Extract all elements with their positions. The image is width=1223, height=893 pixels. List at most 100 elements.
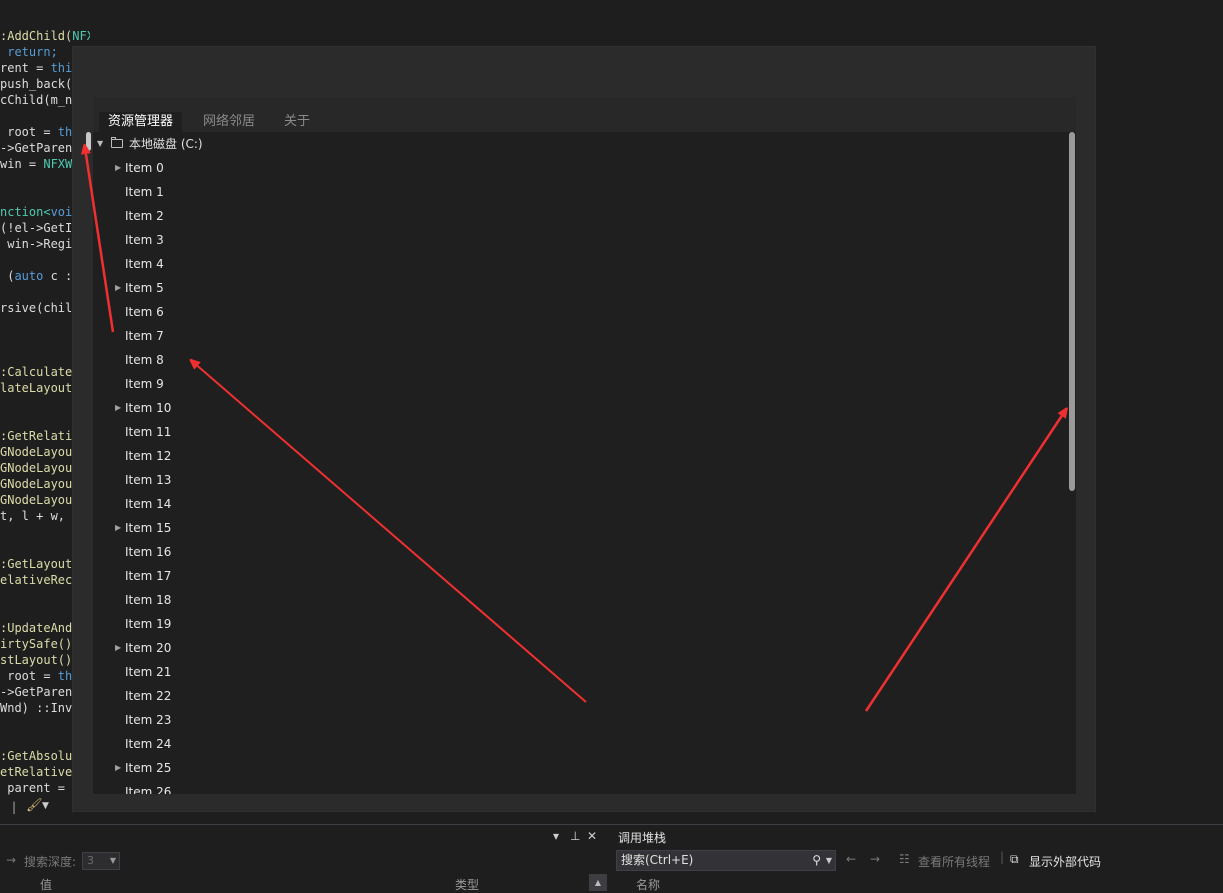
code-token: etRelativeR — [0, 765, 80, 779]
tree-item-label: Item 15 — [125, 521, 172, 535]
call-stack-title: 调用堆栈 — [618, 831, 667, 845]
code-token: nction< — [0, 205, 51, 219]
tree-item-label: Item 7 — [125, 329, 164, 343]
window-menu-icon[interactable]: ▾ — [553, 829, 559, 843]
chevron-down-icon[interactable]: ▼ — [42, 801, 49, 811]
tree-item-label: Item 19 — [125, 617, 172, 631]
tab-network[interactable]: 网络邻居 — [194, 112, 264, 132]
tree-item-label: Item 18 — [125, 593, 172, 607]
tree-item[interactable]: Item 13 — [93, 468, 693, 492]
tree-item[interactable]: Item 18 — [93, 588, 693, 612]
tree-item-label: Item 21 — [125, 665, 172, 679]
tree-item[interactable]: Item 12 — [93, 444, 693, 468]
code-token: ->GetParent — [0, 685, 80, 699]
code-line: :AddChild(NFXElement* child) { — [0, 28, 90, 44]
tree-item[interactable]: Item 7 — [93, 324, 693, 348]
tree-item-label: Item 20 — [125, 641, 172, 655]
file-tree: ▼ 本地磁盘 (C:) ▶ Item 0 Item 1 Item 2 Item 3 Ite… — [93, 132, 1076, 794]
column-name[interactable]: 名称 — [636, 876, 660, 893]
tree-item[interactable]: ▶ Item 15 — [93, 516, 693, 540]
arrow-right-icon[interactable]: → — [6, 853, 16, 867]
tree-item[interactable]: Item 2 — [93, 204, 693, 228]
column-type[interactable]: 类型 — [455, 876, 479, 893]
tree-item[interactable]: Item 1 — [93, 180, 693, 204]
tree-item-label: Item 25 — [125, 761, 172, 775]
chevron-down-icon[interactable]: ▼ — [826, 851, 832, 870]
code-token: :UpdateAnd — [0, 621, 73, 635]
tree-item[interactable]: ▶ Item 10 — [93, 396, 693, 420]
code-token: GNodeLayout — [0, 445, 80, 459]
tree-item[interactable]: Item 16 — [93, 540, 693, 564]
code-token: :Calculate — [0, 365, 73, 379]
code-token: elativeRect — [0, 573, 80, 587]
code-token: ->GetParent — [0, 141, 80, 155]
left-scroll-thumb[interactable] — [86, 132, 91, 151]
copy-icon[interactable]: ⧉ — [1010, 852, 1019, 867]
tree-item-label: Item 6 — [125, 305, 164, 319]
tree-item[interactable]: ▶ Item 25 — [93, 756, 693, 780]
expand-arrow-icon[interactable]: ▶ — [115, 756, 121, 780]
vertical-scrollbar-thumb[interactable] — [1069, 132, 1075, 491]
tree-item-label: Item 14 — [125, 497, 172, 511]
tree-item[interactable]: Item 3 — [93, 228, 693, 252]
tab-about[interactable]: 关于 — [275, 112, 319, 132]
search-depth-select[interactable]: 3 ▼ — [82, 852, 120, 870]
code-token: ( — [0, 269, 15, 283]
code-token: NFXElement — [72, 29, 90, 43]
call-stack-search-input[interactable]: 搜索(Ctrl+E) ⚲ ▼ — [616, 850, 836, 871]
code-token: rsive(child — [0, 301, 80, 315]
view-all-threads-button[interactable]: 查看所有线程 — [918, 853, 990, 870]
expand-arrow-icon[interactable]: ▶ — [115, 516, 121, 540]
tree-item[interactable]: Item 23 — [93, 708, 693, 732]
tree-item[interactable]: Item 24 — [93, 732, 693, 756]
folder-icon — [111, 137, 123, 148]
expand-arrow-icon[interactable]: ▶ — [115, 276, 121, 300]
app-window: 资源管理器 网络邻居 关于 ▼ 本地磁盘 (C:) ▶ Item 0 Item 1 I… — [72, 46, 1096, 812]
call-stack-pane: 调用堆栈 搜索(Ctrl+E) ⚲ ▼ ← → ☷ 查看所有线程 | ⧉ 显示外… — [612, 825, 1223, 893]
expand-arrow-icon[interactable]: ▶ — [115, 156, 121, 180]
expand-arrow-icon[interactable]: ▶ — [115, 636, 121, 660]
scroll-up-button[interactable]: ▲ — [589, 874, 607, 891]
tree-item[interactable]: Item 4 — [93, 252, 693, 276]
expand-arrow-icon[interactable]: ▶ — [115, 396, 121, 420]
tree-item-label: Item 22 — [125, 689, 172, 703]
tree-item[interactable]: Item 19 — [93, 612, 693, 636]
search-depth-value: 3 — [87, 854, 94, 867]
expanded-arrow-icon[interactable]: ▼ — [97, 132, 103, 156]
show-external-code-button[interactable]: 显示外部代码 — [1029, 853, 1101, 870]
brush-icon[interactable]: 🖌 — [26, 798, 43, 813]
tree-item[interactable]: Item 8 — [93, 348, 693, 372]
search-icon[interactable]: ⚲ — [812, 851, 821, 870]
tree-item[interactable]: ▶ Item 0 — [93, 156, 693, 180]
code-token: :AddChild( — [0, 29, 73, 43]
code-token: cChild(m_no — [0, 93, 80, 107]
tree-item-label: Item 10 — [125, 401, 172, 415]
tree-item-label: Item 3 — [125, 233, 164, 247]
code-token: stLayout(); — [0, 653, 80, 667]
column-value[interactable]: 值 — [40, 876, 52, 893]
tree-item-label: Item 2 — [125, 209, 164, 223]
tree-item[interactable]: Item 17 — [93, 564, 693, 588]
tree-item[interactable]: Item 26 — [93, 780, 693, 794]
tree-item[interactable]: ▶ Item 20 — [93, 636, 693, 660]
tab-explorer[interactable]: 资源管理器 — [99, 112, 183, 132]
code-token: (!el->GetID — [0, 221, 80, 235]
tree-item[interactable]: Item 22 — [93, 684, 693, 708]
threads-icon[interactable]: ☷ — [899, 852, 910, 866]
tree-item-label: Item 17 — [125, 569, 172, 583]
code-token: auto — [14, 269, 44, 283]
locals-pane: ▾ ⊥ ✕ → 搜索深度: 3 ▼ 值 类型 ▲ — [0, 825, 607, 893]
tab-bar: 资源管理器 网络邻居 关于 — [93, 97, 1076, 132]
tree-item[interactable]: Item 21 — [93, 660, 693, 684]
code-token: c : — [43, 269, 73, 283]
close-icon[interactable]: ✕ — [587, 829, 597, 843]
tree-item[interactable]: Item 11 — [93, 420, 693, 444]
tree-item[interactable]: ▶ Item 5 — [93, 276, 693, 300]
tree-item-label: Item 5 — [125, 281, 164, 295]
pin-icon[interactable]: ⊥ — [570, 829, 580, 843]
tree-item[interactable]: Item 9 — [93, 372, 693, 396]
back-arrow-icon[interactable]: ← — [846, 852, 856, 866]
tree-item[interactable]: Item 14 — [93, 492, 693, 516]
forward-arrow-icon[interactable]: → — [870, 852, 880, 866]
tree-item[interactable]: Item 6 — [93, 300, 693, 324]
